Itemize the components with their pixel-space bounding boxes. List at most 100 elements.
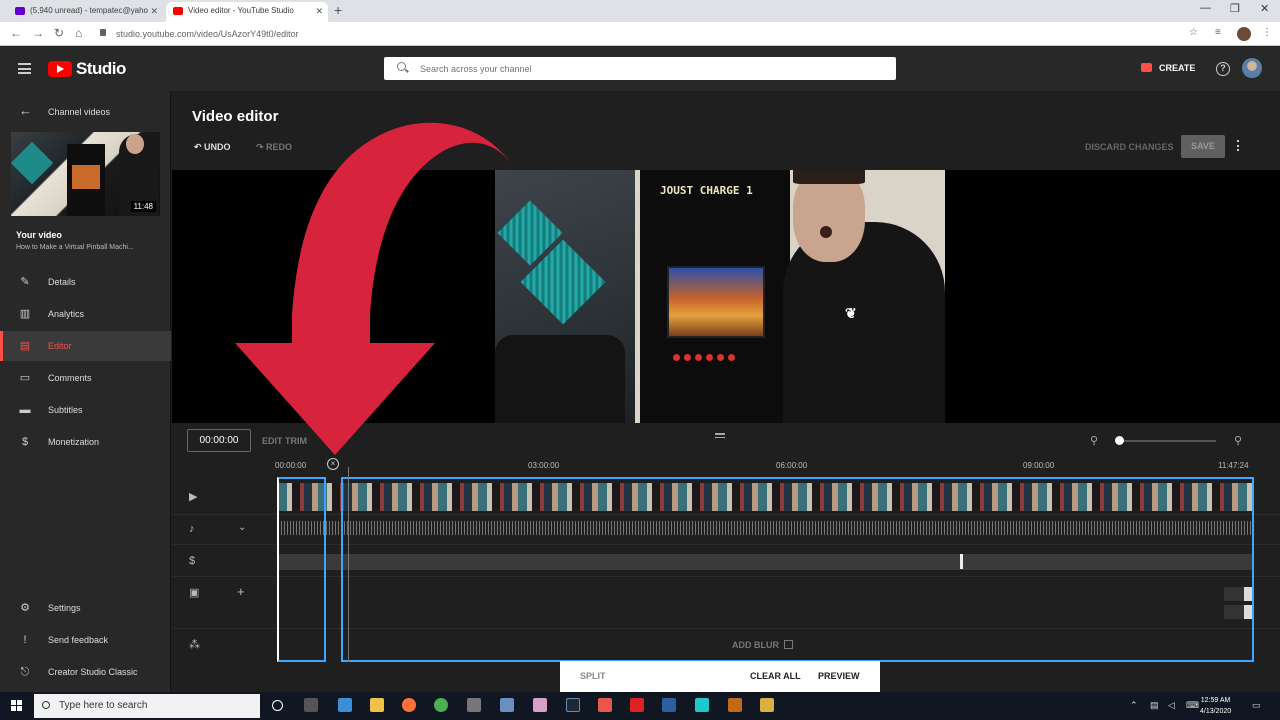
resize-handle-icon[interactable]	[715, 433, 725, 439]
sidebar-item-label: Editor	[48, 341, 72, 351]
create-button[interactable]: CREATE	[1133, 58, 1203, 78]
playhead[interactable]	[348, 467, 349, 662]
taskbar-clock[interactable]: 12:59 AM 4/13/2020	[1200, 695, 1231, 717]
sidebar-item-editor[interactable]: ▤ Editor	[0, 331, 171, 361]
browser-profile-avatar[interactable]	[1237, 27, 1251, 41]
calculator-icon[interactable]	[467, 698, 481, 712]
sidebar-item-subtitles[interactable]: ▬ Subtitles	[0, 395, 171, 425]
sidebar-item-label: Settings	[48, 603, 81, 613]
sidebar-item-label: Details	[48, 277, 76, 287]
cortana-icon[interactable]	[272, 700, 283, 711]
zoom-slider[interactable]	[1118, 440, 1216, 442]
minimize-icon[interactable]: —	[1200, 2, 1211, 14]
browser-tab-mail[interactable]: (5,940 unread) - tempatec@yaho ✕	[8, 2, 163, 22]
save-button[interactable]: SAVE	[1181, 135, 1225, 158]
sidebar-item-details[interactable]: ✎ Details	[0, 267, 171, 297]
tab-title: (5,940 unread) - tempatec@yaho	[30, 6, 148, 15]
steam-icon[interactable]	[566, 698, 580, 712]
channel-search[interactable]	[384, 57, 896, 80]
sidebar-item-settings[interactable]: ⚙ Settings	[0, 593, 171, 623]
paint-icon[interactable]	[533, 698, 547, 712]
edit-trim-button[interactable]: EDIT TRIM	[262, 436, 307, 446]
split-button[interactable]: SPLIT	[580, 661, 606, 692]
studio-brand[interactable]: Studio	[76, 59, 126, 79]
undo-button[interactable]: ↶ UNDO	[194, 142, 231, 153]
app-icon[interactable]	[500, 698, 514, 712]
forward-icon[interactable]: →	[32, 26, 44, 40]
new-tab-icon[interactable]: +	[334, 2, 342, 18]
reload-icon[interactable]: ↻	[54, 26, 64, 40]
close-tab-icon[interactable]: ✕	[315, 2, 323, 20]
app-icon[interactable]	[338, 698, 352, 712]
browser-menu-icon[interactable]: ⋮	[1262, 27, 1272, 38]
app-icon[interactable]	[760, 698, 774, 712]
browser-tab-studio[interactable]: Video editor - YouTube Studio ✕	[166, 2, 328, 22]
sidebar: ← Channel videos 11:48 Your video How to…	[0, 91, 171, 692]
preview-button[interactable]: PREVIEW	[818, 661, 860, 692]
youtube-logo-icon[interactable]	[48, 61, 72, 77]
url-field[interactable]: studio.youtube.com/video/UsAzorY49t0/edi…	[96, 25, 1176, 43]
sidebar-item-comments[interactable]: ▭ Comments	[0, 363, 171, 393]
sidebar-item-monetization[interactable]: $ Monetization	[0, 427, 171, 457]
app-icon[interactable]	[662, 698, 676, 712]
back-arrow-icon: ←	[19, 103, 32, 118]
chevron-down-icon[interactable]: ⌄	[238, 522, 246, 533]
back-icon[interactable]: ←	[10, 26, 22, 40]
restore-icon[interactable]: ❐	[1230, 2, 1240, 15]
windows-taskbar: Type here to search ⌃ ▤ ◁ ⌨ 12:59 AM 4/1…	[0, 692, 1280, 720]
menu-icon[interactable]	[18, 63, 31, 74]
sidebar-item-creator-studio-classic[interactable]: ⎋ Creator Studio Classic	[0, 657, 171, 687]
channel-videos-label: Channel videos	[48, 107, 111, 117]
people-icon[interactable]: ⌃	[1130, 700, 1138, 711]
more-options-icon[interactable]	[1236, 140, 1240, 153]
analytics-icon: ▥	[19, 308, 31, 320]
app-icon[interactable]	[695, 698, 709, 712]
app-icon[interactable]	[598, 698, 612, 712]
taskbar-search[interactable]: Type here to search	[34, 694, 260, 718]
file-explorer-icon[interactable]	[370, 698, 384, 712]
timecode-field[interactable]: 00:00:00	[187, 429, 251, 452]
add-icon[interactable]: +	[237, 584, 245, 599]
app-icon[interactable]	[630, 698, 644, 712]
frame-hair	[793, 170, 865, 184]
trim-selection[interactable]	[341, 477, 1254, 662]
help-icon[interactable]: ?	[1216, 62, 1230, 76]
notifications-icon[interactable]: ▭	[1252, 700, 1261, 711]
dollar-icon: $	[189, 555, 196, 567]
chrome-icon[interactable]	[434, 698, 448, 712]
task-view-icon[interactable]	[304, 698, 318, 712]
network-icon[interactable]: ▤	[1150, 700, 1159, 711]
zoom-in-icon[interactable]: ⚲	[1234, 434, 1242, 447]
firefox-icon[interactable]	[402, 698, 416, 712]
windows-start-icon[interactable]	[11, 700, 23, 712]
frame-mouth	[820, 226, 832, 238]
subtitles-icon: ▬	[19, 404, 31, 416]
bookmark-star-icon[interactable]: ☆	[1189, 27, 1198, 38]
address-bar: ← → ↻ ⌂ studio.youtube.com/video/UsAzorY…	[0, 22, 1280, 46]
clear-all-button[interactable]: CLEAR ALL	[750, 661, 801, 692]
app-icon[interactable]	[728, 698, 742, 712]
video-preview[interactable]: JOUST CHARGE 1 ❦	[172, 170, 1280, 423]
sidebar-item-send-feedback[interactable]: ! Send feedback	[0, 625, 171, 655]
volume-icon[interactable]: ◁	[1168, 700, 1175, 711]
create-label: CREATE	[1159, 63, 1196, 73]
window-close-icon[interactable]: ✕	[1260, 2, 1269, 15]
redo-button[interactable]: ↷ REDO	[256, 142, 292, 153]
avatar[interactable]	[1242, 58, 1262, 78]
home-icon[interactable]: ⌂	[75, 26, 82, 40]
zoom-out-icon[interactable]: ⚲	[1090, 434, 1098, 447]
playhead-knob-icon[interactable]: ×	[327, 458, 339, 470]
trim-handle-left[interactable]	[277, 477, 326, 662]
close-tab-icon[interactable]: ✕	[150, 2, 158, 20]
video-thumbnail[interactable]: 11:48	[11, 132, 160, 216]
language-icon[interactable]: ⌨	[1186, 700, 1199, 711]
channel-videos-link[interactable]: ← Channel videos	[0, 103, 171, 121]
extension-icon[interactable]: ≡	[1215, 27, 1221, 38]
discard-changes-button[interactable]: DISCARD CHANGES	[1085, 142, 1174, 152]
search-input[interactable]	[420, 60, 880, 77]
zoom-slider-thumb[interactable]	[1115, 436, 1124, 445]
sidebar-item-analytics[interactable]: ▥ Analytics	[0, 299, 171, 329]
clock-date: 4/13/2020	[1200, 708, 1232, 715]
your-video-label: Your video	[16, 230, 62, 240]
frame-chair	[495, 335, 625, 423]
